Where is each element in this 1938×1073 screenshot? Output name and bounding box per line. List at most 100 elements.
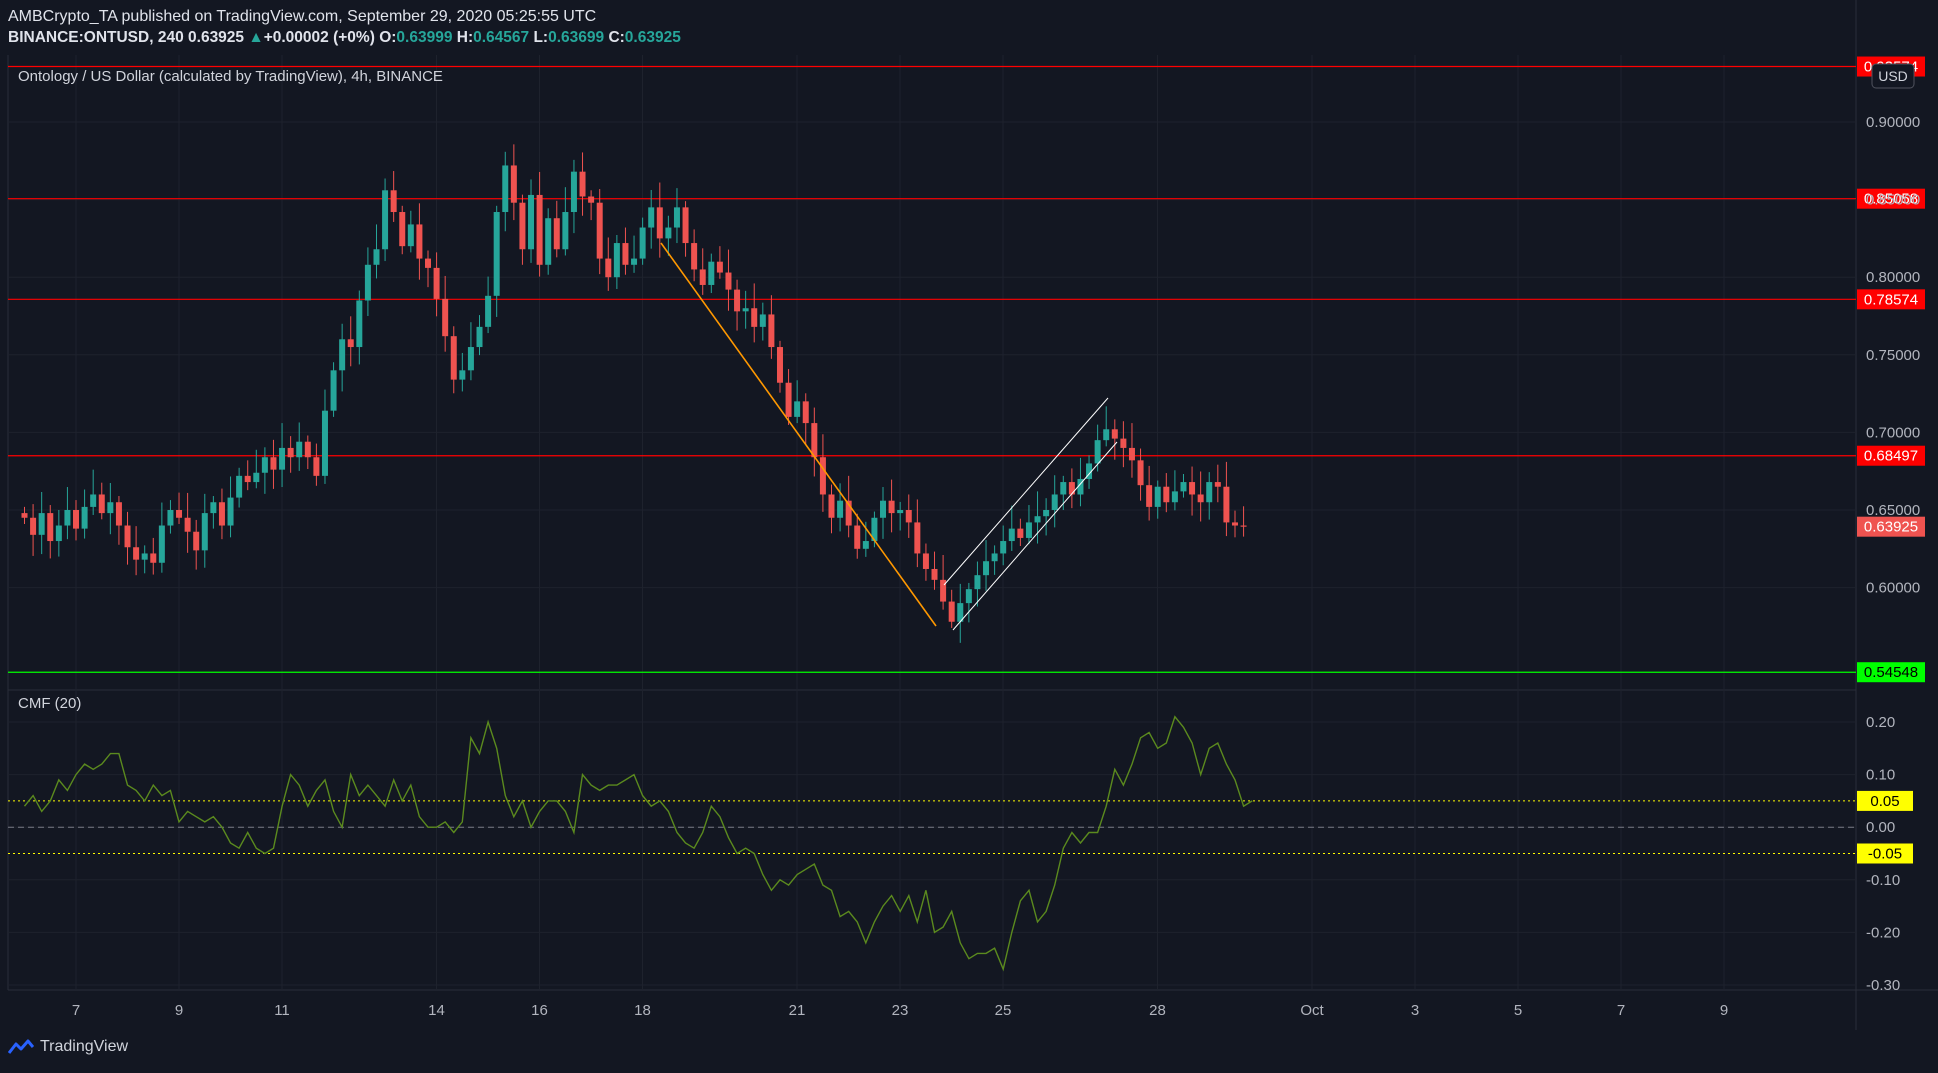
cmf-indicator: 0.05 -0.05 [8,715,1913,972]
time-tick-label: 23 [892,1002,909,1019]
channel-lower-line [952,441,1118,631]
candle-body [150,553,157,563]
candle-body [321,410,328,476]
candle-body [673,207,680,228]
indicator-title: CMF (20) [18,695,81,712]
candle-body [922,553,929,569]
time-tick-label: Oct [1300,1002,1324,1019]
candle-body [528,194,535,250]
candle-body [158,525,165,563]
cmf-tick-label: -0.10 [1866,872,1900,889]
tradingview-logo-icon [8,1039,34,1054]
candle-body [459,370,466,380]
down-trendline [660,242,937,627]
open-value: 0.63999 [396,29,453,46]
candle-body [579,171,586,197]
candle-body [287,447,294,458]
candle-body [38,513,45,535]
symbol-header: AMBCrypto_TA published on TradingView.co… [8,6,681,48]
cmf-tick-label: 0.10 [1866,767,1895,784]
candle-body [330,370,337,411]
candle-body [613,243,620,278]
candle-body [665,227,672,239]
candle-body [570,171,577,213]
candle-body [1189,482,1196,495]
candle-body [716,261,723,273]
candle-body [30,517,37,535]
candle-body [201,513,208,551]
low-value: 0.63699 [548,29,605,46]
price-change: +0.00002 (+0%) [263,29,375,46]
candle-body [296,441,303,458]
candle-body [193,531,200,551]
candle-body [1214,482,1221,487]
candle-body [373,249,380,265]
candle-body [562,212,569,250]
candle-body [1206,482,1213,503]
candle-body [545,218,552,265]
price-tick-label: 0.75000 [1866,347,1920,364]
candle-body [897,510,904,514]
candle-body [751,308,758,327]
candle-body [90,494,97,507]
candle-body [965,589,972,604]
grid-lines [7,0,1938,1030]
candle-body [759,314,766,327]
price-tick-label: 0.65000 [1866,502,1920,519]
time-tick-label: 21 [789,1002,806,1019]
currency-badge[interactable]: USD [1871,63,1915,89]
price-tick-label: 0.70000 [1866,424,1920,441]
candle-body [176,510,183,518]
candle-body [1197,494,1204,503]
time-tick-label: 7 [1617,1002,1625,1019]
candle-body [442,298,449,337]
cmf-tick-label: -0.30 [1866,977,1900,994]
price-tick-label: 0.90000 [1866,114,1920,131]
candle-body [905,510,912,523]
candle-body [261,457,268,473]
brand-name: TradingView [40,1038,129,1055]
candle-body [236,475,243,498]
time-tick-label: 16 [531,1002,548,1019]
candle-body [622,243,629,265]
candle-body [304,441,311,458]
high-value: 0.64567 [473,29,530,46]
time-tick-label: 9 [175,1002,183,1019]
price-tick-label: 0.85000 [1866,192,1920,209]
candle-body [991,553,998,562]
candle-body [364,264,371,301]
candle-body [382,190,389,250]
candle-body [485,295,492,327]
cmf-band-label: -0.05 [1868,846,1902,863]
time-tick-label: 14 [428,1002,445,1019]
footer-brand[interactable]: TradingView [8,1038,128,1056]
candle-body [450,336,457,380]
candle-body [734,289,741,312]
candlestick-series [21,144,1247,643]
candle-body [519,202,526,250]
candle-body [390,190,397,213]
candle-body [218,502,225,526]
candle-body [1034,516,1041,523]
price-level-label: 0.78574 [1864,291,1918,308]
candle-body [648,207,655,228]
cmf-band-label: 0.05 [1870,793,1899,810]
candle-body [888,500,895,514]
candle-body [983,561,990,576]
candle-body [279,447,286,470]
candle-body [356,300,363,348]
candle-body [914,522,921,554]
candle-body [768,314,775,348]
candle-body [502,165,509,213]
currency-badge-label: USD [1878,68,1908,84]
time-tick-label: 3 [1411,1002,1419,1019]
candle-body [339,339,346,371]
candle-body [115,502,122,526]
candle-body [1120,438,1127,448]
candle-body [184,517,191,532]
trend-drawings [660,242,1118,631]
candle-body [133,547,140,560]
candle-body [536,194,543,265]
candle-body [708,261,715,285]
candle-body [605,258,612,278]
